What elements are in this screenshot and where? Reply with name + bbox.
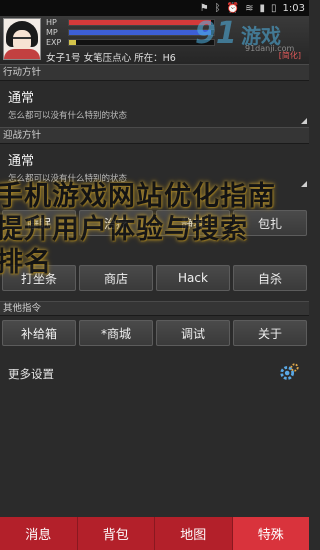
header-tag[interactable]: [简化]: [279, 50, 301, 61]
bluetooth-icon: ᛒ: [214, 2, 221, 14]
tab-messages[interactable]: 消息: [0, 517, 78, 550]
battle-policy-select[interactable]: 通常 怎么都可以没有什么特别的状态: [0, 144, 309, 190]
battle-policy-description: 怎么都可以没有什么特别的状态: [8, 174, 128, 184]
section-title-other: 其他指令: [0, 301, 309, 316]
hack-button[interactable]: Hack: [156, 265, 230, 291]
action-policy-select[interactable]: 通常 怎么都可以没有什么特别的状态: [0, 81, 309, 127]
rest-button[interactable]: 静养: [156, 210, 230, 236]
signal-icon: ▮: [259, 2, 266, 14]
suicide-button[interactable]: 自杀: [233, 265, 307, 291]
supply-box-button[interactable]: 补给箱: [2, 320, 76, 346]
dropdown-corner-icon: [301, 181, 307, 187]
exp-label: EXP: [46, 38, 62, 47]
shop-button[interactable]: 商店: [79, 265, 153, 291]
tab-map[interactable]: 地图: [155, 517, 233, 550]
command-row-2: 打坐条 商店 Hack 自杀: [2, 265, 307, 291]
heal-button[interactable]: 治疗: [79, 210, 153, 236]
mp-label: MP: [46, 28, 58, 37]
exp-bar: [68, 39, 215, 46]
character-header: HP MP EXP 女子1号 女笔压点心 所在：H6 [简化] 91 游戏 91…: [0, 16, 309, 65]
meditate-button[interactable]: 打坐条: [2, 265, 76, 291]
more-settings-row[interactable]: 更多设置: [0, 360, 309, 388]
mall-button[interactable]: *商城: [79, 320, 153, 346]
section-title-battle: 迎战方针: [0, 127, 309, 144]
hp-bar: [68, 19, 215, 26]
battery-icon: ▯: [271, 2, 277, 14]
about-button[interactable]: 关于: [233, 320, 307, 346]
command-row-1: 睡眠 治疗 静养 包扎: [2, 210, 307, 236]
action-policy-description: 怎么都可以没有什么特别的状态: [8, 111, 128, 121]
settings-gear-icon[interactable]: [278, 362, 300, 384]
section-title-action: 行动方针: [0, 64, 309, 81]
watermark-text: 游戏: [241, 24, 281, 48]
debug-button[interactable]: 调试: [156, 320, 230, 346]
tab-special[interactable]: 特殊: [232, 517, 309, 550]
more-settings-label: 更多设置: [8, 367, 54, 381]
hp-label: HP: [46, 18, 57, 27]
alarm-icon: ⏰: [226, 2, 240, 14]
avatar[interactable]: [3, 18, 41, 60]
battle-policy-value: 通常: [8, 154, 35, 169]
bandage-button[interactable]: 包扎: [233, 210, 307, 236]
mp-bar: [68, 29, 215, 36]
status-bar: ⚑ ᛒ ⏰ ≋ ▮ ▯ 1:03: [0, 0, 309, 16]
character-info: 女子1号 女笔压点心 所在：H6: [46, 53, 176, 64]
clock: 1:03: [282, 2, 305, 14]
tab-backpack[interactable]: 背包: [78, 517, 155, 550]
command-row-3: 补给箱 *商城 调试 关于: [2, 320, 307, 346]
sleep-button[interactable]: 睡眠: [2, 210, 76, 236]
wifi-icon: ≋: [245, 2, 254, 14]
flag-icon: ⚑: [199, 2, 209, 14]
bottom-tab-bar: 消息 背包 地图 特殊: [0, 517, 309, 550]
dropdown-corner-icon: [301, 118, 307, 124]
action-policy-value: 通常: [8, 91, 35, 106]
